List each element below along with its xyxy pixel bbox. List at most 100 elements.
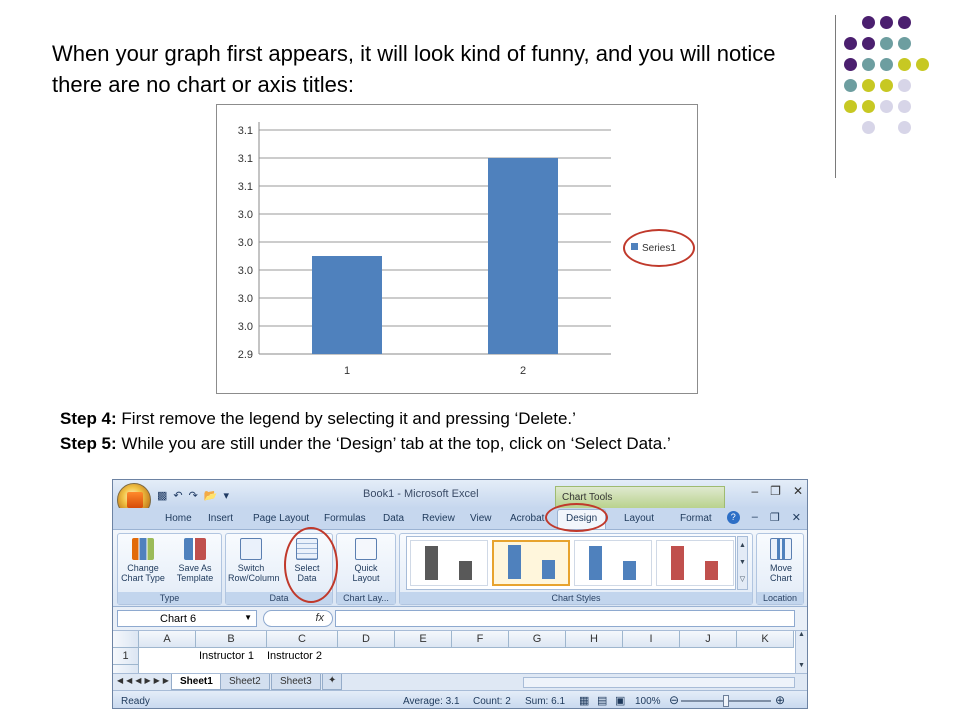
step-4: Step 4: First remove the legend by selec…	[60, 406, 940, 431]
styles-scroll[interactable]: ▲ ▼ ▽	[737, 536, 748, 590]
sheet-tab-3[interactable]: Sheet3	[271, 674, 321, 690]
tab-formulas[interactable]: Formulas	[324, 513, 366, 524]
zoom-in-icon[interactable]: ⊕	[775, 693, 785, 707]
ribbon: Change Chart Type Save As Template Type …	[113, 529, 807, 607]
column-header-g[interactable]: G	[509, 631, 566, 648]
sheet-nav-icons[interactable]: ◀◀◀▶▶▶	[117, 676, 172, 685]
move-chart-button[interactable]: Move Chart	[758, 538, 804, 583]
sheet-tab-1[interactable]: Sheet1	[171, 674, 222, 690]
decorative-dot	[898, 37, 911, 50]
zoom-out-icon[interactable]: ⊖	[669, 693, 679, 707]
tab-view[interactable]: View	[470, 513, 492, 524]
normal-view-icon[interactable]: ▦	[579, 694, 589, 707]
open-folder-icon[interactable]: 📂	[204, 489, 218, 502]
y-tick-label: 3.0	[238, 321, 253, 333]
decorative-dot	[844, 58, 857, 71]
template-icon	[184, 538, 206, 560]
select-data-highlight-circle	[284, 527, 338, 603]
column-header-c[interactable]: C	[267, 631, 338, 648]
cell-b1[interactable]: Instructor 1	[195, 648, 254, 665]
y-tick-label: 3.0	[238, 293, 253, 305]
column-header-d[interactable]: D	[338, 631, 395, 648]
quick-layout-icon	[355, 538, 377, 560]
gallery-more-icon[interactable]: ▽	[738, 571, 747, 588]
status-ready: Ready	[121, 696, 150, 707]
style-bar	[508, 545, 521, 579]
help-icon[interactable]: ?	[726, 511, 740, 524]
quick-layout-button[interactable]: Quick Layout	[343, 538, 389, 583]
formula-input[interactable]	[335, 610, 795, 627]
y-tick-label: 3.1	[238, 125, 253, 137]
switch-row-column-button[interactable]: Switch Row/Column	[228, 538, 280, 583]
fx-button[interactable]: fx	[263, 610, 333, 627]
scroll-up-icon[interactable]: ▲	[738, 537, 747, 554]
chart-style-thumb-1[interactable]	[410, 540, 488, 586]
ribbon-controls: ? – ❐ ✕	[726, 511, 801, 524]
tab-home[interactable]: Home	[165, 513, 192, 524]
column-header-f[interactable]: F	[452, 631, 509, 648]
decorative-dot	[880, 16, 893, 29]
redo-icon[interactable]: ↷	[189, 489, 198, 502]
save-as-template-button[interactable]: Save As Template	[172, 538, 218, 583]
column-header-b[interactable]: B	[196, 631, 267, 648]
decorative-dot	[898, 100, 911, 113]
tab-format[interactable]: Format	[680, 513, 712, 524]
tab-page-layout[interactable]: Page Layout	[253, 513, 309, 524]
customize-toolbar-icon[interactable]: ▾	[224, 489, 230, 502]
group-location-label: Location	[757, 592, 803, 604]
dropdown-icon[interactable]: ▼	[244, 613, 252, 622]
horizontal-scrollbar[interactable]	[523, 677, 795, 688]
column-header-i[interactable]: I	[623, 631, 680, 648]
instructions: Step 4: First remove the legend by selec…	[60, 406, 940, 456]
tab-insert[interactable]: Insert	[208, 513, 233, 524]
tab-data[interactable]: Data	[383, 513, 404, 524]
column-header-k[interactable]: K	[737, 631, 794, 648]
column-header-h[interactable]: H	[566, 631, 623, 648]
step-5: Step 5: While you are still under the ‘D…	[60, 431, 940, 456]
tab-layout[interactable]: Layout	[624, 513, 654, 524]
cell-c1[interactable]: Instructor 2	[263, 648, 322, 665]
insert-sheet-icon[interactable]: ✦	[322, 674, 343, 690]
ribbon-minimize-icon[interactable]: –	[752, 511, 758, 524]
row-header-1[interactable]: 1	[113, 648, 139, 665]
scroll-down-icon[interactable]: ▼	[796, 662, 807, 669]
x-tick-label: 1	[344, 365, 350, 377]
decorative-dot	[862, 37, 875, 50]
decorative-dot	[844, 100, 857, 113]
save-icon[interactable]: ▩	[157, 489, 167, 502]
column-header-a[interactable]: A	[139, 631, 196, 648]
ribbon-restore-icon[interactable]: ❐	[770, 511, 780, 524]
zoom-slider-handle[interactable]	[723, 695, 729, 707]
design-tab-highlight-circle	[545, 503, 608, 532]
decorative-dot	[862, 58, 875, 71]
decorative-dot	[862, 100, 875, 113]
sheet-tab-2[interactable]: Sheet2	[220, 674, 270, 690]
scroll-up-icon[interactable]: ▲	[796, 631, 807, 638]
ribbon-close-icon[interactable]: ✕	[792, 511, 801, 524]
group-location: Move Chart Location	[756, 533, 804, 605]
page-layout-view-icon[interactable]: ▤	[597, 694, 607, 707]
chart-style-thumb-3[interactable]	[574, 540, 652, 586]
scroll-down-icon[interactable]: ▼	[738, 554, 747, 571]
zoom-level[interactable]: 100%	[635, 696, 661, 707]
switch-row-column-label: Switch Row/Column	[228, 563, 280, 583]
style-bar	[589, 546, 602, 580]
undo-icon[interactable]: ↶	[173, 489, 182, 502]
change-chart-type-button[interactable]: Change Chart Type	[120, 538, 166, 583]
excel-window: ▩ ↶ ↷ 📂 ▾ Book1 - Microsoft Excel Chart …	[112, 479, 808, 709]
step-5-text: While you are still under the ‘Design’ t…	[116, 434, 671, 453]
chart-style-thumb-2[interactable]	[492, 540, 570, 586]
group-chart-layouts: Quick Layout Chart Lay...	[336, 533, 396, 605]
select-all-corner[interactable]	[113, 631, 139, 648]
page-break-view-icon[interactable]: ▣	[615, 694, 625, 707]
tab-acrobat[interactable]: Acrobat	[510, 513, 544, 524]
name-box[interactable]: Chart 6 ▼	[117, 610, 257, 627]
restore-icon[interactable]: ❐	[770, 484, 781, 498]
column-header-j[interactable]: J	[680, 631, 737, 648]
close-icon[interactable]: ✕	[793, 484, 803, 498]
column-header-e[interactable]: E	[395, 631, 452, 648]
chart-style-thumb-4[interactable]	[656, 540, 734, 586]
group-type-label: Type	[118, 592, 221, 604]
minimize-icon[interactable]: –	[751, 484, 758, 498]
tab-review[interactable]: Review	[422, 513, 455, 524]
